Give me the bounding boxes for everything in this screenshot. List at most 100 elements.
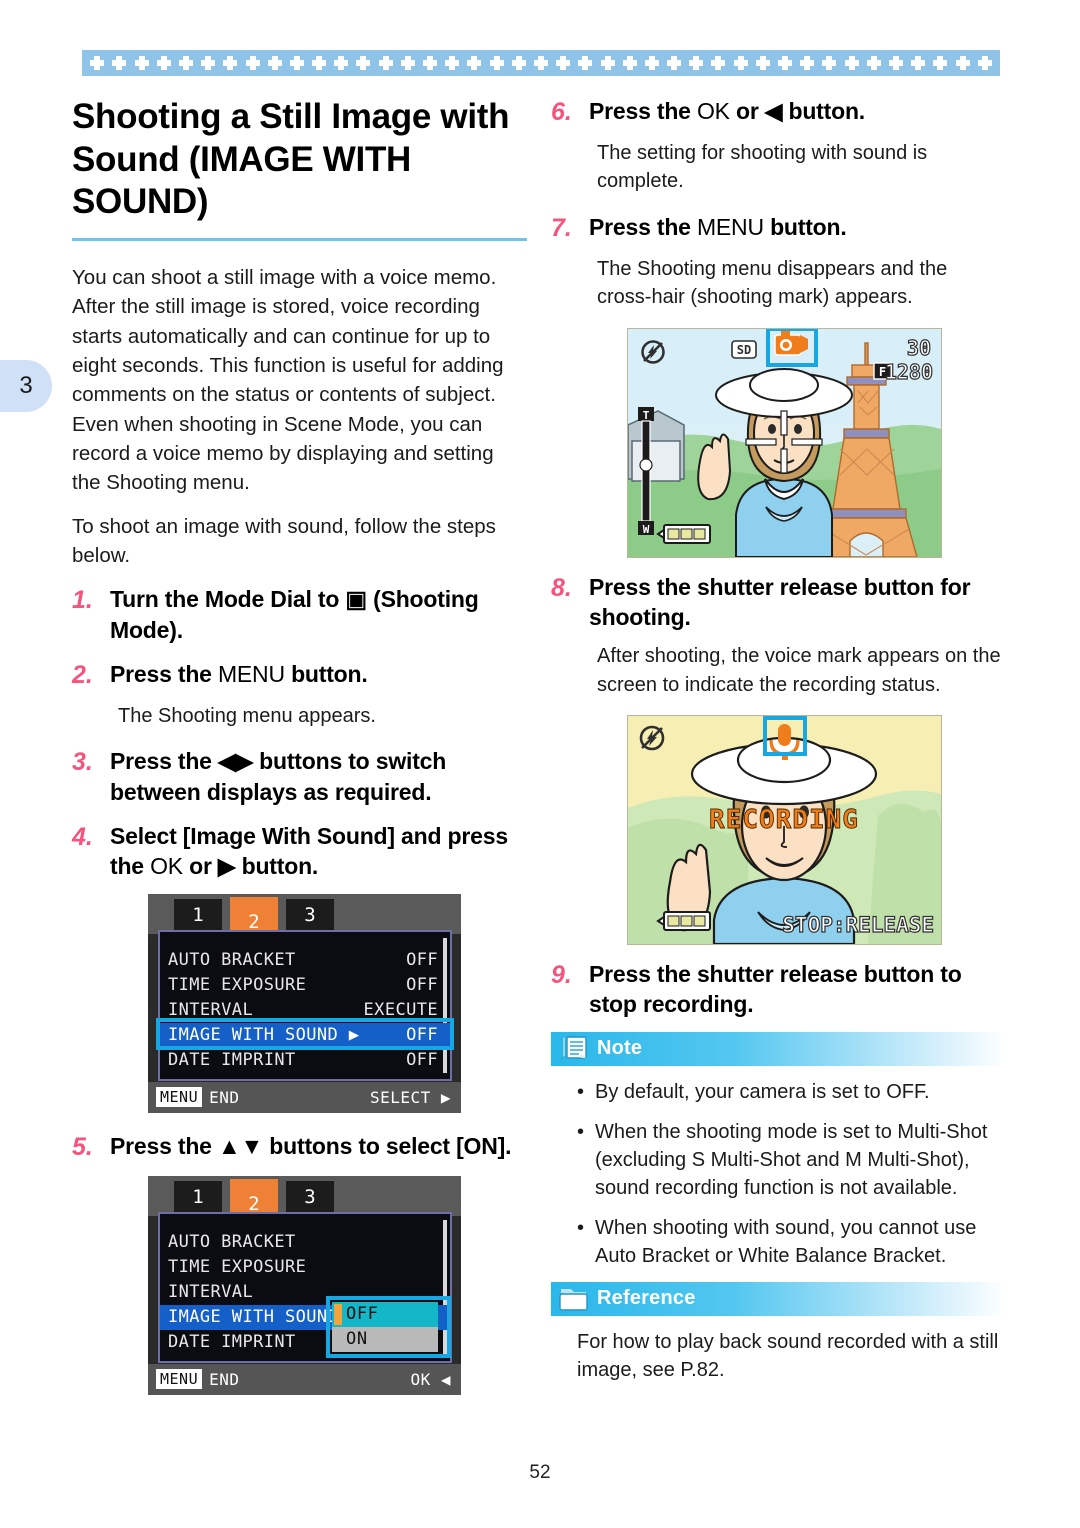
clover-ornament [667,56,682,70]
step-1-text: Turn the Mode Dial to ▣ (Shooting Mode). [110,584,527,645]
clover-ornament [689,56,704,70]
menu-row-label: INTERVAL [168,1282,254,1303]
clover-ornament [733,56,748,70]
note-box-title: Note [597,1037,643,1060]
clover-ornament [644,56,659,70]
step-8-number: 8. [551,573,572,602]
clover-ornament [911,56,926,70]
submenu-option-off[interactable]: OFF [332,1301,438,1327]
menu-footer-key[interactable]: MENU [156,1087,203,1108]
clover-ornament [267,56,282,70]
menu-row-image-with-sound[interactable]: IMAGE WITH SOUND ▶ OFF [160,1022,450,1048]
viewfinder-1-illustration: SD 30 F 1280 T W [628,328,941,557]
clover-ornament [622,56,637,70]
intro-paragraph-2: To shoot an image with sound, follow the… [72,514,496,567]
menu-row-label: AUTO BRACKET [168,1232,296,1253]
step-9-text: Press the shutter release button to stop… [589,961,962,1018]
note-item: When shooting with sound, you cannot use… [577,1214,998,1270]
decorative-header-band [82,50,1000,76]
menu-button-key: MENU [217,660,285,687]
step-7-text: Press the MENU button. [589,212,1006,242]
clover-ornament [556,56,571,70]
clover-ornament [201,56,216,70]
clover-ornament [933,56,948,70]
menu-row-time-exposure[interactable]: TIME EXPOSURE OFF [160,973,450,998]
battery-full-icon [656,911,711,932]
menu-footer-key[interactable]: MENU [156,1369,203,1390]
lcd-screen-2: 1 3 2 AUTO BRACKET TIME EXPOSURE INTERVA… [148,1175,461,1395]
menu-tab-1[interactable]: 1 [174,1180,222,1213]
step-4-text: Select [Image With Sound] and press the … [110,821,527,882]
clover-ornament [822,56,837,70]
clover-ornament [955,56,970,70]
menu-row-value: OFF [406,950,438,971]
step-4-mid: or [182,853,218,880]
menu-row-label: TIME EXPOSURE [168,1257,307,1278]
menu-tab-3[interactable]: 3 [286,1180,334,1213]
reference-box-title: Reference [597,1287,696,1310]
lcd-screen-1: 1 3 2 AUTO BRACKET OFF TIME EXPOSURE OFF [148,893,461,1113]
menu-footer-end-label: END [209,1369,240,1389]
step-6-text: Press the OK or ◀ button. [589,96,1006,126]
clover-ornament [334,56,349,70]
left-arrow-icon: ◀ [764,98,783,124]
step-4: 4. Select [Image With Sound] and press t… [72,821,527,882]
step-6-post: button. [782,98,865,124]
submenu-option-label: OFF [346,1304,379,1325]
submenu-option-on[interactable]: ON [332,1326,438,1352]
clover-ornament [178,56,193,70]
clover-ornament [90,56,105,70]
clover-ornament [423,56,437,70]
clover-ornament [844,56,859,70]
step-4-post: button. [235,853,319,880]
left-right-arrows-icon: ◀▶ [217,748,253,775]
clover-ornament [888,56,903,70]
reference-box-text: For how to play back sound recorded with… [577,1330,999,1382]
menu-row-time-exposure[interactable]: TIME EXPOSURE [160,1255,450,1280]
clover-ornament [578,56,593,70]
clover-ornament [866,56,881,70]
page-number: 52 [529,1462,551,1483]
menu-screenshot-2: 1 3 2 AUTO BRACKET TIME EXPOSURE INTERVA… [148,1175,461,1395]
clover-ornament [467,56,482,70]
step-8-text: Press the shutter release button for sho… [589,573,971,630]
step-3-text: Press the ◀▶ buttons to switch between d… [110,746,527,807]
viewfinder-2-illustration: RECORDING STOP:RELEASE [628,716,941,945]
sd-card-badge: SD [731,339,757,359]
menu-footer-select-label[interactable]: SELECT ▶ [370,1088,451,1107]
menu-row-auto-bracket[interactable]: AUTO BRACKET [160,1230,450,1255]
viewfinder-screenshot-2: RECORDING STOP:RELEASE [627,715,942,946]
battery-full-icon [656,523,711,544]
step-3-pre: Press the [110,748,218,775]
clover-ornament [245,56,260,70]
menu-button-key: MENU [696,213,764,240]
clover-ornament [511,56,526,70]
title-rule [72,238,527,242]
menu-row-interval[interactable]: INTERVAL EXECUTE [160,998,450,1023]
ok-button-key: OK [150,853,183,880]
clover-ornament [400,56,415,70]
chapter-tab: 3 [0,360,52,412]
menu-row-auto-bracket[interactable]: AUTO BRACKET OFF [160,948,450,973]
step-2-post: button. [284,660,368,687]
right-arrow-icon: ▶ [217,853,236,880]
menu-body-1: AUTO BRACKET OFF TIME EXPOSURE OFF INTER… [158,929,452,1081]
recording-status-text: RECORDING [709,805,859,835]
menu-tab-1[interactable]: 1 [174,898,222,931]
clover-ornament [800,56,815,70]
menu-footer-end-label: END [209,1087,240,1107]
menu-row-label: TIME EXPOSURE [168,975,307,996]
menu-row-date-imprint[interactable]: DATE IMPRINT OFF [160,1048,450,1073]
clover-ornament [711,56,726,70]
step-6-mid: or [729,98,765,124]
clover-ornament [223,56,238,70]
clover-ornament [356,56,371,70]
reference-box-header: Reference [551,1281,1006,1316]
step-9: 9. Press the shutter release button to s… [551,959,1006,1020]
svg-text:SD: SD [737,343,751,357]
menu-row-label: AUTO BRACKET [168,950,296,971]
clover-ornament [977,56,992,70]
camera-icon: ▣ [345,586,367,613]
menu-tab-3[interactable]: 3 [286,898,334,931]
menu-footer-ok-label[interactable]: OK ◀ [410,1370,451,1389]
